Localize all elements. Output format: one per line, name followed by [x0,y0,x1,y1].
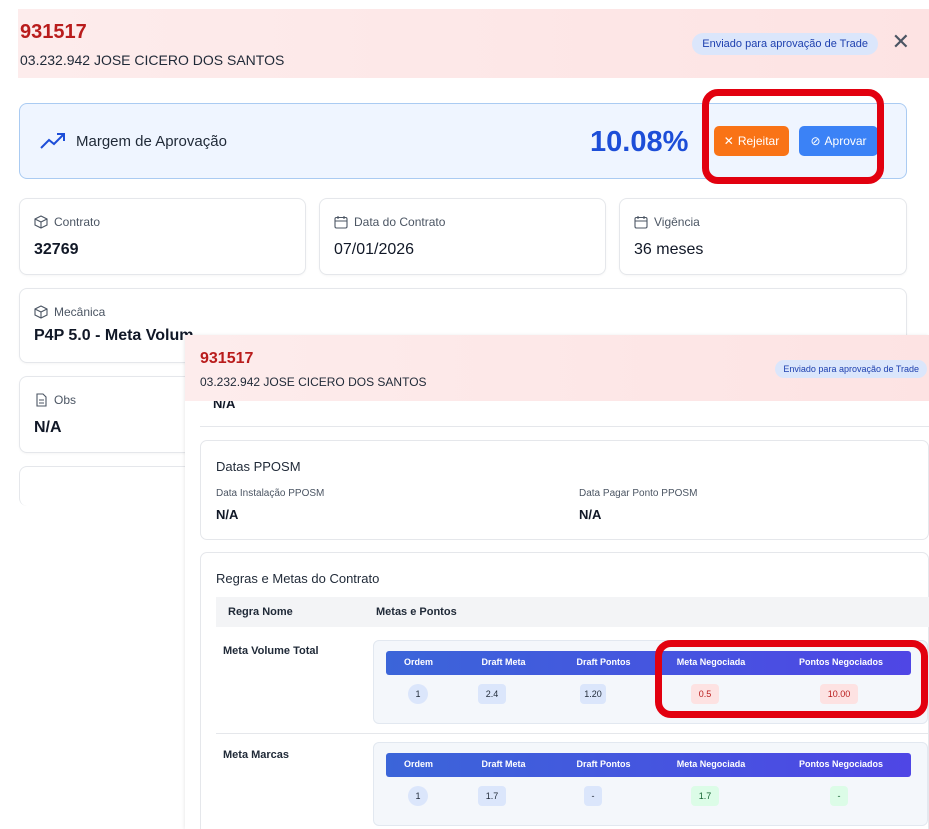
ppsom-title: Datas PPOSM [216,459,301,474]
draft-pontos-value: - [584,786,602,806]
contract-date-value: 07/01/2026 [334,241,415,258]
contract-date-label: Data do Contrato [354,215,446,229]
validity-label: Vigência [654,215,700,229]
install-date-value: N/A [216,507,239,522]
pay-date-label: Data Pagar Ponto PPOSM [579,488,698,499]
highlight-box-negotiated [655,640,928,718]
col-pontos-negociados: Pontos Negociados [798,759,883,769]
contract-approval-page: 931517 03.232.942 JOSE CICERO DOS SANTOS… [0,0,929,829]
rule-goals-table: Ordem Draft Meta Draft Pontos Meta Negoc… [373,742,928,826]
contract-code: 931517 [20,21,87,43]
col-ordem: Ordem [403,759,433,769]
col-draft-pontos: Draft Pontos [576,657,631,667]
col-draft-pontos: Draft Pontos [576,759,631,769]
document-icon [36,393,47,407]
package-icon [34,305,48,319]
modal-header: 931517 03.232.942 JOSE CICERO DOS SANTOS… [18,9,929,78]
draft-meta-value: 2.4 [478,684,506,704]
validity-card: Vigência 36 meses [619,198,907,275]
obs-label: Obs [54,393,77,407]
status-badge: Enviado para aprovação de Trade [692,33,878,55]
rule-name: Meta Volume Total [223,645,319,657]
ordem-value: 1 [408,786,428,806]
col-rule-name: Regra Nome [228,606,293,618]
margin-value: 10.08% [590,126,689,158]
pontos-negociados-value: - [830,786,848,806]
client-name: 03.232.942 JOSE CICERO DOS SANTOS [20,52,285,68]
margin-label: Margem de Aprovação [76,133,227,150]
col-ordem: Ordem [403,657,433,667]
col-goals: Metas e Pontos [376,606,457,618]
contract-label: Contrato [54,215,101,229]
ppsom-dates-card: Datas PPOSM Data Instalação PPOSM N/A Da… [200,440,929,540]
goals-table-header: Ordem Draft Meta Draft Pontos Meta Negoc… [386,753,911,777]
overlay-contract-code: 931517 [200,350,254,367]
validity-value: 36 meses [634,241,704,258]
trending-up-icon [40,133,65,149]
overlay-status-badge: Enviado para aprovação de Trade [775,360,927,378]
col-draft-meta: Draft Meta [481,657,526,667]
contract-date-card: Data do Contrato 07/01/2026 [319,198,606,275]
meta-negociada-value: 1.7 [691,786,719,806]
ordem-value: 1 [408,684,428,704]
calendar-icon [634,216,648,229]
pay-date-value: N/A [579,507,602,522]
draft-meta-value: 1.7 [478,786,506,806]
contract-card: Contrato 32769 [19,198,306,275]
mechanics-label: Mecânica [54,305,106,319]
contract-value: 32769 [34,241,79,258]
package-icon [34,215,48,229]
rules-table-header: Regra Nome Metas e Pontos [216,597,929,627]
col-meta-negociada: Meta Negociada [676,759,746,769]
close-icon[interactable]: ✕ [892,29,910,55]
overlay-top-value: N/A [213,401,236,411]
highlight-box-buttons [702,89,884,184]
divider [200,426,929,427]
overlay-header: 931517 03.232.942 JOSE CICERO DOS SANTOS… [185,335,929,401]
calendar-icon [334,216,348,229]
rule-name: Meta Marcas [223,749,290,761]
install-date-label: Data Instalação PPOSM [216,488,325,499]
overlay-panel: 931517 03.232.942 JOSE CICERO DOS SANTOS… [185,335,929,829]
overlay-client-name: 03.232.942 JOSE CICERO DOS SANTOS [200,375,427,389]
draft-pontos-value: 1.20 [580,684,606,704]
row-divider [216,733,929,734]
mechanics-value: P4P 5.0 - Meta Volum [34,327,194,344]
col-draft-meta: Draft Meta [481,759,526,769]
rules-title: Regras e Metas do Contrato [216,571,380,586]
obs-value: N/A [34,419,62,436]
